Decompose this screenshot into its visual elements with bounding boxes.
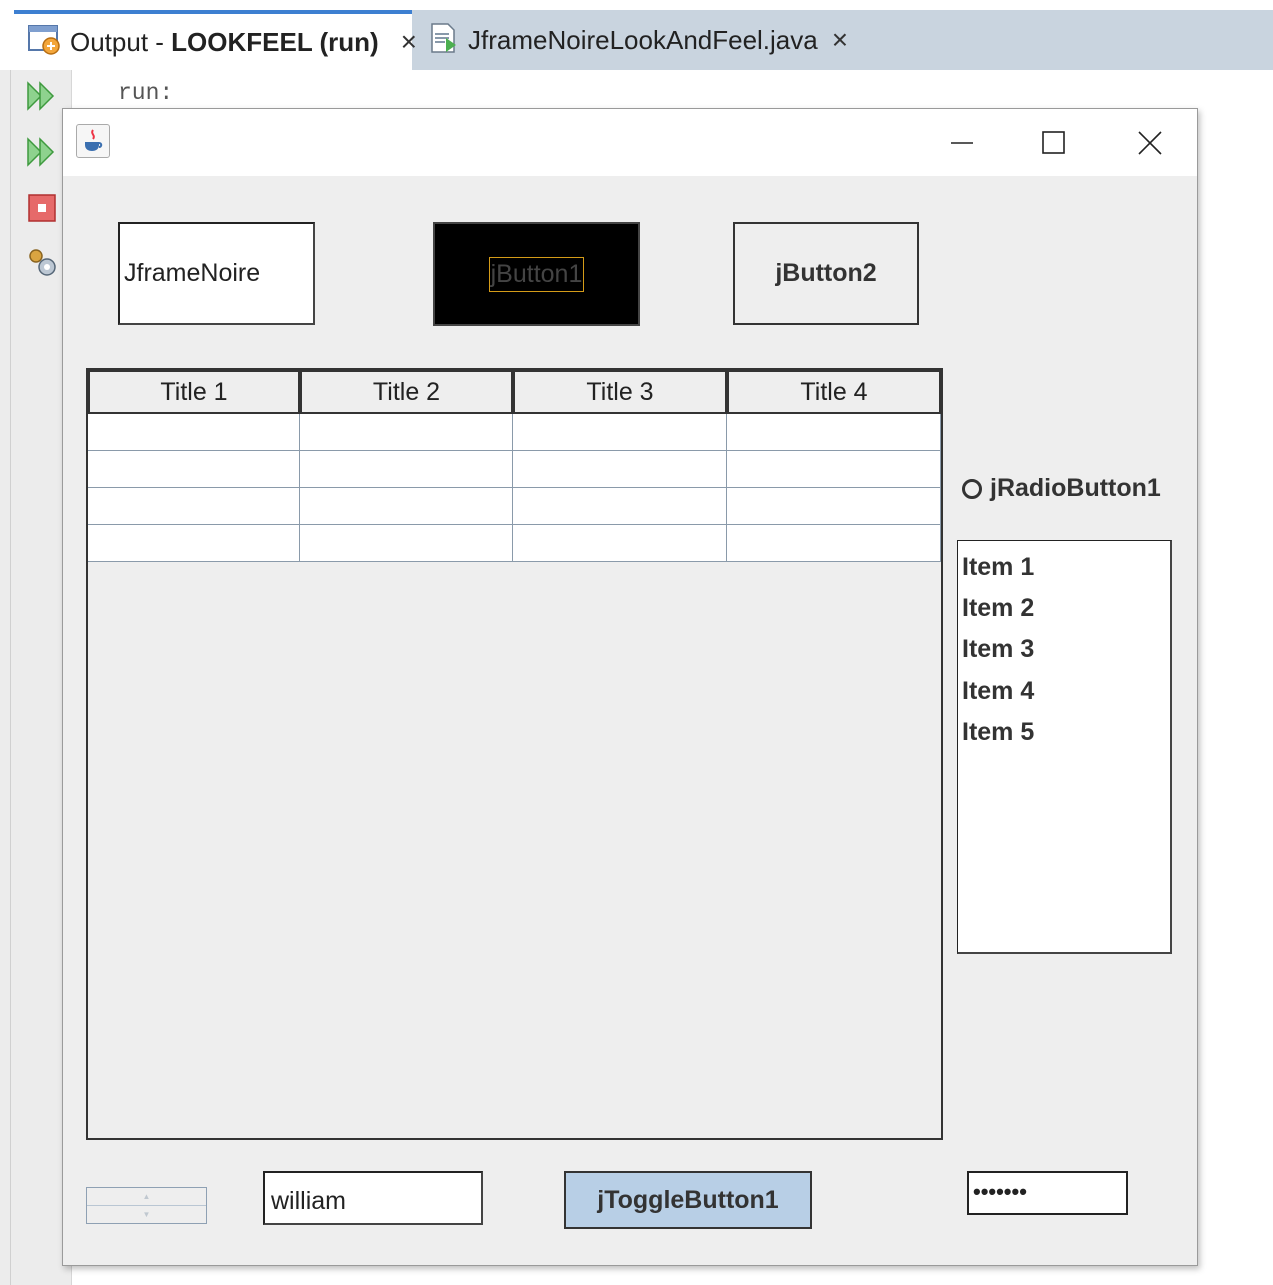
- close-window-button[interactable]: [1106, 109, 1194, 176]
- table-row[interactable]: [88, 525, 941, 562]
- name-text-field[interactable]: william: [263, 1171, 483, 1225]
- tab-output-project: LOOKFEEL (run): [171, 26, 379, 57]
- jradiobutton1[interactable]: jRadioButton1: [962, 474, 1161, 503]
- table-row[interactable]: [88, 414, 941, 451]
- table-cell[interactable]: [727, 414, 941, 451]
- table-header-title-3[interactable]: Title 3: [513, 370, 727, 414]
- output-window-icon: [28, 24, 62, 61]
- list-item[interactable]: Item 5: [962, 712, 1170, 753]
- table-row[interactable]: [88, 451, 941, 488]
- gutter-divider: [10, 70, 11, 1285]
- list-item[interactable]: Item 4: [962, 671, 1170, 712]
- rerun-with-options-icon[interactable]: [26, 136, 58, 168]
- radio-circle-icon: [962, 478, 982, 499]
- table-header-title-1[interactable]: Title 1: [88, 370, 300, 414]
- maximize-button[interactable]: [1010, 109, 1098, 176]
- tab-output-label: Output - LOOKFEEL (run): [70, 27, 379, 58]
- jtogglebutton1[interactable]: jToggleButton1: [564, 1171, 812, 1229]
- settings-icon[interactable]: [26, 246, 58, 278]
- jradiobutton1-label: jRadioButton1: [990, 474, 1161, 502]
- table-cell[interactable]: [300, 451, 513, 488]
- table-cell[interactable]: [513, 451, 727, 488]
- spinner-up-arrow-icon[interactable]: ▲: [87, 1188, 206, 1205]
- table-cell[interactable]: [727, 488, 941, 525]
- table-cell[interactable]: [300, 525, 513, 562]
- table-cell[interactable]: [300, 414, 513, 451]
- list-item[interactable]: Item 2: [962, 588, 1170, 629]
- jbutton2[interactable]: jButton2: [733, 222, 919, 325]
- table-cell[interactable]: [88, 451, 300, 488]
- jlist[interactable]: Item 1 Item 2 Item 3 Item 4 Item 5: [957, 540, 1172, 954]
- table-cell[interactable]: [88, 488, 300, 525]
- jspinner[interactable]: ▲ ▼: [86, 1187, 207, 1224]
- table-cell[interactable]: [513, 414, 727, 451]
- tab-output-prefix: Output -: [70, 26, 172, 57]
- jframenoire-button[interactable]: JframeNoire: [118, 222, 315, 325]
- close-icon[interactable]: ×: [832, 26, 848, 54]
- tab-java-file-label: JframeNoireLookAndFeel.java: [468, 24, 818, 55]
- rerun-icon[interactable]: [26, 80, 58, 112]
- table-cell[interactable]: [88, 414, 300, 451]
- spinner-down-arrow-icon[interactable]: ▼: [87, 1206, 206, 1223]
- java-icon[interactable]: [76, 124, 110, 158]
- java-file-icon: [428, 22, 460, 59]
- close-icon[interactable]: ×: [401, 28, 417, 56]
- table-cell[interactable]: [513, 525, 727, 562]
- table-body: [88, 414, 941, 562]
- table-cell[interactable]: [727, 525, 941, 562]
- table-header-title-2[interactable]: Title 2: [300, 370, 513, 414]
- list-item[interactable]: Item 3: [962, 629, 1170, 670]
- password-field[interactable]: •••••••: [967, 1171, 1128, 1215]
- list-item[interactable]: Item 1: [962, 547, 1170, 588]
- table-row[interactable]: [88, 488, 941, 525]
- tab-java-file[interactable]: JframeNoireLookAndFeel.java ×: [422, 10, 848, 70]
- table-cell[interactable]: [88, 525, 300, 562]
- stop-icon[interactable]: [26, 192, 58, 224]
- tab-output[interactable]: Output - LOOKFEEL (run) ×: [14, 10, 417, 70]
- table-cell[interactable]: [300, 488, 513, 525]
- jbutton1[interactable]: jButton1: [433, 222, 640, 326]
- table-cell[interactable]: [513, 488, 727, 525]
- jbutton1-label: jButton1: [488, 256, 585, 292]
- minimize-button[interactable]: [918, 109, 1006, 176]
- console-output: run:: [118, 80, 174, 106]
- table-header-title-4[interactable]: Title 4: [727, 370, 941, 414]
- table-cell[interactable]: [727, 451, 941, 488]
